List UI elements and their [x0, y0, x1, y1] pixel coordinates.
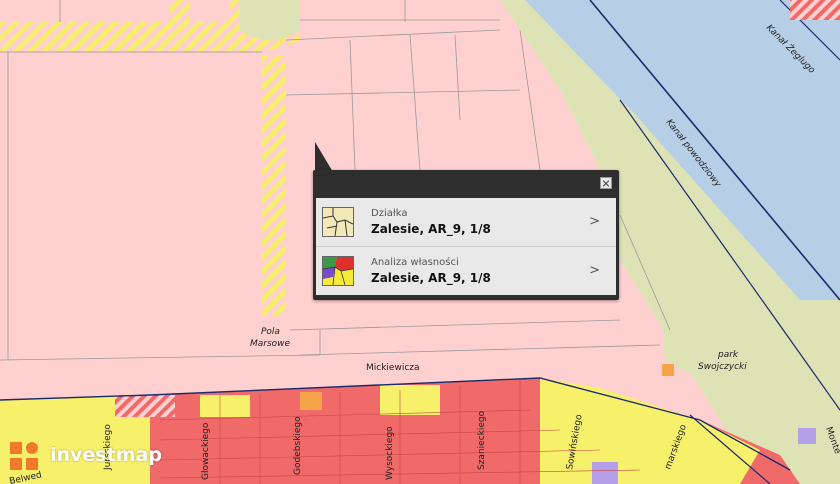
- parcel-row-value: Zalesie, AR_9, 1/8: [371, 222, 491, 236]
- popup-row-ownership[interactable]: Analiza własności Zalesie, AR_9, 1/8 >: [316, 247, 616, 295]
- parcel-row-title: Działka: [371, 208, 408, 219]
- godebskiego-label: Godebskiego: [293, 416, 303, 475]
- ownership-row-value: Zalesie, AR_9, 1/8: [371, 271, 491, 285]
- marsowe-label: Marsowe: [250, 339, 291, 349]
- park-label: park: [717, 350, 739, 360]
- popup-tail: [315, 142, 333, 172]
- popup-row-parcel[interactable]: Działka Zalesie, AR_9, 1/8 >: [316, 198, 616, 247]
- investmap-logo-icon: [10, 442, 38, 470]
- wysockiego-label: Wysockiego: [385, 426, 395, 480]
- logo-text: investmap: [50, 444, 162, 466]
- pola-label: Pola: [261, 327, 280, 337]
- glowackiego-label: Głowackiego: [201, 422, 211, 480]
- ownership-row-title: Analiza własności: [371, 257, 459, 268]
- ownership-map-icon: [322, 256, 354, 286]
- close-icon[interactable]: [600, 177, 612, 189]
- mickiewicza-label: Mickiewicza: [366, 363, 420, 373]
- swojczycki-label: Swojczycki: [698, 362, 747, 372]
- parcel-map-icon: [322, 207, 354, 237]
- chevron-right-icon: >: [589, 214, 600, 229]
- szanieckiego-label: Szanieckiego: [477, 410, 487, 470]
- info-popup: Działka Zalesie, AR_9, 1/8 > Analiza wła…: [313, 170, 619, 300]
- chevron-right-icon: >: [589, 263, 600, 278]
